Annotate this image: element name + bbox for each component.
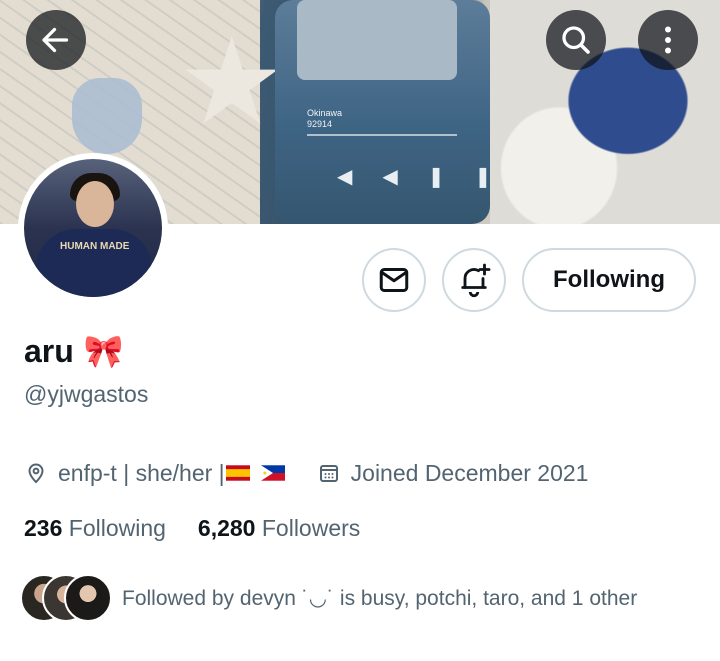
display-name-text: aru: [24, 333, 74, 369]
followers-count: 6,280: [197, 515, 262, 541]
location-item: enfp-t | she/her |: [24, 460, 295, 487]
philippines-flag-icon: [260, 465, 285, 481]
banner-song-number: 92914: [307, 119, 333, 129]
banner-progress-bar: [307, 134, 457, 136]
notifications-button[interactable]: [442, 248, 506, 312]
message-button[interactable]: [362, 248, 426, 312]
more-options-button[interactable]: [638, 10, 698, 70]
following-button[interactable]: Following: [522, 248, 696, 312]
spain-flag-icon: [225, 465, 250, 481]
banner-phone: Okinawa 92914 ◀◀❚❚: [275, 0, 491, 224]
banner-song-info: Okinawa 92914: [307, 108, 342, 130]
joined-item: Joined December 2021: [317, 459, 589, 487]
banner-phone-screen: [297, 0, 457, 80]
display-name: aru 🎀: [24, 330, 124, 372]
followed-by-avatars: [20, 574, 116, 622]
followed-by-row[interactable]: Followed by devyn ˙◡˙ is busy, potchi, t…: [20, 574, 637, 622]
location-pin-icon: [28, 463, 44, 484]
followers-label: Followers: [261, 515, 361, 541]
profile-avatar[interactable]: HUMAN MADE: [18, 153, 168, 303]
following-label: Following: [68, 515, 166, 541]
following-stat-link[interactable]: 236 Following: [24, 512, 166, 544]
follower-avatar: [64, 574, 112, 622]
banner-star-sticker: ★: [178, 15, 286, 149]
bell-plus-icon: [461, 263, 491, 298]
profile-stats: 236 Following 6,280 Followers: [24, 512, 392, 544]
envelope-icon: [379, 268, 409, 292]
following-count: 236: [24, 515, 69, 541]
avatar-shirt-text: HUMAN MADE: [60, 241, 130, 252]
search-button[interactable]: [546, 10, 606, 70]
profile-meta: enfp-t | she/her | Joined December 2021: [24, 456, 610, 490]
username-handle: @yjwgastos: [24, 381, 149, 407]
avatar-face: [76, 181, 114, 227]
more-vertical-icon: [665, 26, 671, 54]
back-button[interactable]: [26, 10, 86, 70]
arrow-left-icon: [42, 27, 69, 53]
joined-text: Joined December 2021: [350, 459, 589, 486]
banner-heart-keychain: [72, 78, 142, 154]
ribbon-emoji-icon: 🎀: [83, 333, 124, 369]
followers-stat-link[interactable]: 6,280 Followers: [198, 512, 360, 544]
avatar-shirt: [36, 229, 152, 297]
avatar-image: HUMAN MADE: [24, 159, 162, 297]
followed-by-text: Followed by devyn ˙◡˙ is busy, potchi, t…: [122, 586, 638, 610]
location-text: enfp-t | she/her |: [58, 459, 225, 486]
search-icon: [562, 26, 590, 54]
banner-song-title: Okinawa: [307, 108, 343, 118]
calendar-icon: [319, 465, 338, 482]
